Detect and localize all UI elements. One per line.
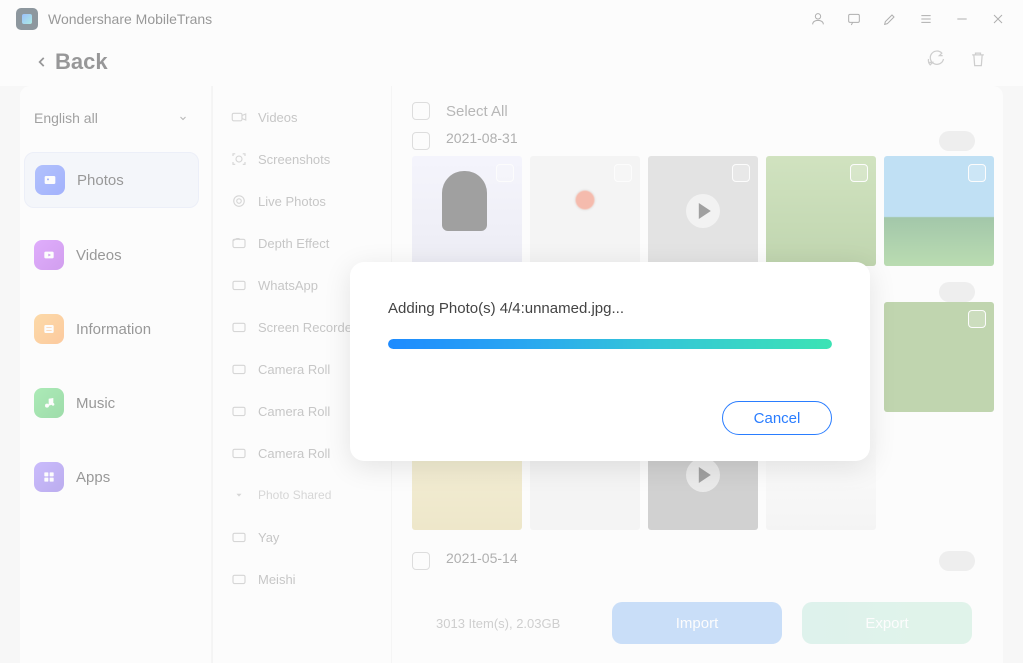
section-header-label: Photo Shared xyxy=(258,488,331,502)
date-label: 2021-08-31 xyxy=(446,126,518,156)
apps-icon xyxy=(34,462,64,492)
photo-thumbnail[interactable] xyxy=(766,156,876,266)
app-title: Wondershare MobileTrans xyxy=(48,11,212,27)
photo-thumbnail[interactable] xyxy=(530,156,640,266)
refresh-button[interactable] xyxy=(926,49,946,74)
sidebar-item-information[interactable]: Information xyxy=(24,302,199,356)
thumbnail-checkbox[interactable] xyxy=(968,310,986,328)
dropdown-label: English all xyxy=(34,110,98,126)
album-label: WhatsApp xyxy=(258,278,318,293)
album-label: Videos xyxy=(258,110,298,125)
language-dropdown[interactable]: English all xyxy=(24,104,199,132)
folder-icon xyxy=(230,234,248,252)
feedback-icon[interactable] xyxy=(845,10,863,28)
cancel-button[interactable]: Cancel xyxy=(722,401,832,435)
album-label: Depth Effect xyxy=(258,236,329,251)
back-button[interactable]: Back xyxy=(35,49,108,75)
footer-bar: 3013 Item(s), 2.03GB Import Export xyxy=(220,593,988,653)
category-sidebar: English all Photos Videos Information Mu… xyxy=(20,86,212,663)
chevron-left-icon xyxy=(35,55,49,69)
date-label: 2021-05-14 xyxy=(446,546,518,576)
minimize-icon[interactable] xyxy=(953,10,971,28)
app-logo xyxy=(16,8,38,30)
videos-icon xyxy=(34,240,64,270)
thumbnail-checkbox[interactable] xyxy=(850,164,868,182)
sidebar-item-label: Information xyxy=(76,321,151,338)
progress-bar xyxy=(388,339,832,349)
photo-thumbnail[interactable] xyxy=(412,156,522,266)
sidebar-item-label: Videos xyxy=(76,247,122,264)
album-item[interactable]: Depth Effect xyxy=(212,222,391,264)
thumbnail-checkbox[interactable] xyxy=(968,164,986,182)
date-group-header: 2021-08-31 xyxy=(412,126,983,156)
album-item[interactable]: Live Photos xyxy=(212,180,391,222)
select-all-row: Select All xyxy=(412,96,983,126)
select-all-label: Select All xyxy=(446,103,508,120)
backbar: Back xyxy=(0,38,1023,86)
thumbnail-checkbox[interactable] xyxy=(496,164,514,182)
item-count-status: 3013 Item(s), 2.03GB xyxy=(436,616,560,631)
sidebar-item-label: Music xyxy=(76,395,115,412)
album-label: Live Photos xyxy=(258,194,326,209)
album-label: Yay xyxy=(258,530,279,545)
back-label: Back xyxy=(55,49,108,75)
progress-fill xyxy=(388,339,832,349)
folder-icon xyxy=(230,402,248,420)
folder-icon xyxy=(230,444,248,462)
screenshot-icon xyxy=(230,150,248,168)
close-icon[interactable] xyxy=(989,10,1007,28)
titlebar: Wondershare MobileTrans xyxy=(0,0,1023,38)
import-button[interactable]: Import xyxy=(612,602,782,644)
select-all-checkbox[interactable] xyxy=(412,102,430,120)
date-group-checkbox[interactable] xyxy=(412,552,430,570)
music-icon xyxy=(34,388,64,418)
sidebar-item-label: Photos xyxy=(77,172,124,189)
delete-button[interactable] xyxy=(968,49,988,74)
photos-icon xyxy=(35,165,65,195)
sidebar-item-apps[interactable]: Apps xyxy=(24,450,199,504)
sidebar-item-photos[interactable]: Photos xyxy=(24,152,199,208)
album-item[interactable]: Yay xyxy=(212,516,391,558)
date-group-checkbox[interactable] xyxy=(412,132,430,150)
album-label: Camera Roll xyxy=(258,362,330,377)
livephoto-icon xyxy=(230,192,248,210)
progress-modal: Adding Photo(s) 4/4:unnamed.jpg... Cance… xyxy=(350,262,870,461)
edit-icon[interactable] xyxy=(881,10,899,28)
thumbnail-checkbox[interactable] xyxy=(732,164,750,182)
modal-message: Adding Photo(s) 4/4:unnamed.jpg... xyxy=(388,300,832,317)
video-thumbnail[interactable] xyxy=(648,156,758,266)
album-section-header[interactable]: Photo Shared xyxy=(212,474,391,516)
chevron-down-icon xyxy=(177,112,189,124)
folder-icon xyxy=(230,360,248,378)
thumbnail-checkbox[interactable] xyxy=(614,164,632,182)
info-icon xyxy=(34,314,64,344)
album-label: Screenshots xyxy=(258,152,330,167)
album-label: Camera Roll xyxy=(258,404,330,419)
album-label: Screen Recorder xyxy=(258,320,356,335)
count-badge xyxy=(939,551,975,571)
folder-icon xyxy=(230,276,248,294)
album-label: Meishi xyxy=(258,572,296,587)
date-group-header: 2021-05-14 xyxy=(412,546,983,576)
album-item[interactable]: Screenshots xyxy=(212,138,391,180)
count-badge xyxy=(939,282,975,302)
menu-icon[interactable] xyxy=(917,10,935,28)
folder-icon xyxy=(230,570,248,588)
folder-icon xyxy=(230,528,248,546)
album-label: Camera Roll xyxy=(258,446,330,461)
caret-down-icon xyxy=(230,486,248,504)
folder-icon xyxy=(230,318,248,336)
account-icon[interactable] xyxy=(809,10,827,28)
photo-thumbnail[interactable] xyxy=(884,302,994,412)
album-item[interactable]: Videos xyxy=(212,96,391,138)
sidebar-item-videos[interactable]: Videos xyxy=(24,228,199,282)
video-folder-icon xyxy=(230,108,248,126)
sidebar-item-label: Apps xyxy=(76,469,110,486)
count-badge xyxy=(939,131,975,151)
export-button[interactable]: Export xyxy=(802,602,972,644)
sidebar-item-music[interactable]: Music xyxy=(24,376,199,430)
photo-thumbnail[interactable] xyxy=(884,156,994,266)
